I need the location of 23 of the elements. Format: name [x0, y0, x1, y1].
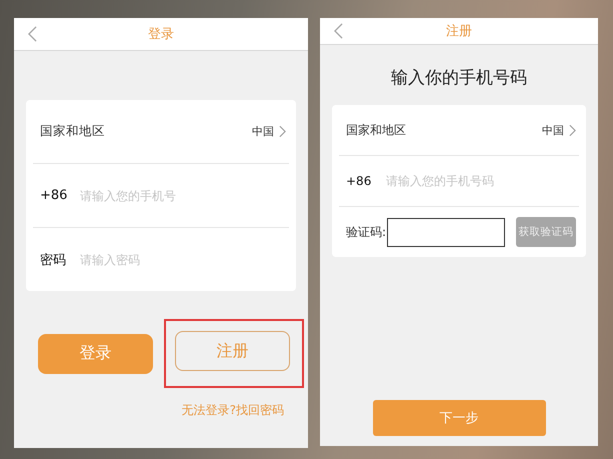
- field-label: 国家和地区: [40, 123, 105, 140]
- region-value[interactable]: 中国: [542, 122, 564, 138]
- back-icon[interactable]: [28, 26, 37, 42]
- recover-password-link[interactable]: 无法登录?找回密码: [182, 402, 284, 419]
- screen-title: 登录: [148, 26, 174, 43]
- input-field[interactable]: 请输入密码: [80, 248, 286, 270]
- field-label: 国家和地区: [346, 122, 406, 138]
- region-value[interactable]: 中国: [252, 124, 274, 139]
- field-label: +86: [346, 174, 372, 188]
- field-label: 验证码:: [346, 224, 386, 240]
- input-field[interactable]: 请输入您的手机号: [80, 184, 286, 206]
- chevron-icon[interactable]: [569, 124, 576, 136]
- field-label: 密码: [40, 252, 67, 268]
- action-button[interactable]: 登录: [38, 334, 153, 374]
- back-icon[interactable]: [334, 23, 343, 39]
- action-button[interactable]: 下一步: [372, 400, 546, 436]
- screen-title: 注册: [446, 23, 472, 40]
- chevron-icon[interactable]: [279, 125, 286, 138]
- code-field[interactable]: [387, 218, 506, 246]
- screen-heading: 输入你的手机号码: [390, 67, 528, 89]
- action-button[interactable]: 注册: [175, 331, 290, 371]
- field-label: +86: [40, 188, 68, 203]
- input-field[interactable]: 请输入您的手机号码: [386, 170, 576, 192]
